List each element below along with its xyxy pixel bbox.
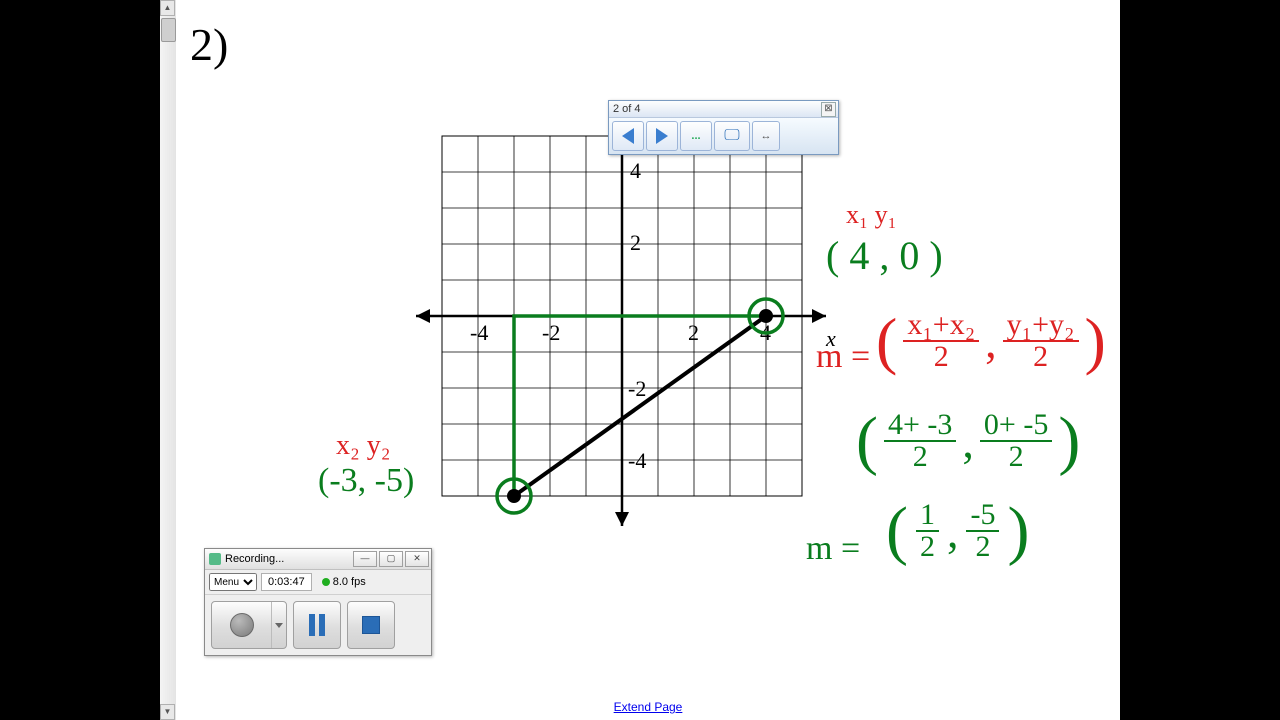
status-dot-icon <box>322 578 330 586</box>
record-icon <box>230 613 254 637</box>
result-lhs: m = <box>806 530 860 568</box>
svg-text:-4: -4 <box>628 448 646 473</box>
svg-text:2: 2 <box>630 230 641 255</box>
ellipsis-icon: ... <box>691 130 700 142</box>
recorder-titlebar[interactable]: Recording... — ▢ ✕ <box>205 549 431 570</box>
midpoint-substitution: ( 4+ -32 , 0+ -52 ) <box>856 410 1080 472</box>
whiteboard-canvas[interactable]: 2) <box>176 0 1120 720</box>
scroll-down-icon[interactable]: ▼ <box>160 704 175 720</box>
svg-text:2: 2 <box>688 320 699 345</box>
scroll-up-icon[interactable]: ▲ <box>160 0 175 16</box>
problem-number: 2) <box>190 18 228 71</box>
p1-coord: ( 4 , 0 ) <box>826 232 943 279</box>
recorder-window[interactable]: Recording... — ▢ ✕ Menu 0:03:47 8.0 fps <box>204 548 432 656</box>
svg-text:4: 4 <box>630 158 641 183</box>
app-stage: ▲ ▼ 2) <box>160 0 1120 720</box>
more-button[interactable]: ... <box>680 121 712 151</box>
arrow-left-icon <box>622 128 634 144</box>
record-dropdown[interactable] <box>271 602 286 648</box>
screen-icon: 🖵 <box>724 127 739 145</box>
toolbar-close-button[interactable]: ⊠ <box>821 102 836 117</box>
prev-page-button[interactable] <box>612 121 644 151</box>
midpoint-formula: ( x₁+x₂2 , y₁+y₂2 ) <box>876 310 1106 372</box>
recorder-fps: 8.0 fps <box>316 574 372 590</box>
fit-icon: ↔ <box>761 130 772 142</box>
pause-button[interactable] <box>293 601 341 649</box>
window-min-button[interactable]: — <box>353 551 377 567</box>
recorder-time: 0:03:47 <box>261 573 312 591</box>
stop-button[interactable] <box>347 601 395 649</box>
fit-width-button[interactable]: ↔ <box>752 121 780 151</box>
fullscreen-button[interactable]: 🖵 <box>714 121 750 151</box>
arrow-right-icon <box>656 128 668 144</box>
window-max-button[interactable]: ▢ <box>379 551 403 567</box>
svg-text:-2: -2 <box>542 320 560 345</box>
next-page-button[interactable] <box>646 121 678 151</box>
coordinate-grid: -4 -2 2 4 2 4 -2 -4 x <box>406 96 836 556</box>
window-close-button[interactable]: ✕ <box>405 551 429 567</box>
vertical-scrollbar[interactable]: ▲ ▼ <box>160 0 177 720</box>
chevron-down-icon <box>275 623 283 628</box>
recorder-menu-select[interactable]: Menu <box>209 573 257 591</box>
recorder-title: Recording... <box>225 553 284 565</box>
record-button[interactable] <box>211 601 287 649</box>
p2-coord: (-3, -5) <box>318 462 414 500</box>
scroll-thumb[interactable] <box>161 18 176 42</box>
formula-lhs: m = <box>816 338 870 376</box>
page-nav-toolbar[interactable]: 2 of 4 ⊠ ... 🖵 ↔ <box>608 100 839 155</box>
pause-icon <box>309 614 325 636</box>
extend-page-link[interactable]: Extend Page <box>614 700 683 714</box>
stop-icon <box>362 616 380 634</box>
svg-text:-2: -2 <box>628 376 646 401</box>
svg-text:-4: -4 <box>470 320 488 345</box>
p2-tag: x₂ y₂ <box>336 430 391 462</box>
toolbar-status: 2 of 4 <box>613 103 641 115</box>
recorder-app-icon <box>209 553 221 565</box>
midpoint-result: ( 12 , -52 ) <box>886 500 1029 562</box>
toolbar-titlebar[interactable]: 2 of 4 ⊠ <box>609 101 838 118</box>
p1-tag: x₁ y₁ <box>846 200 897 230</box>
